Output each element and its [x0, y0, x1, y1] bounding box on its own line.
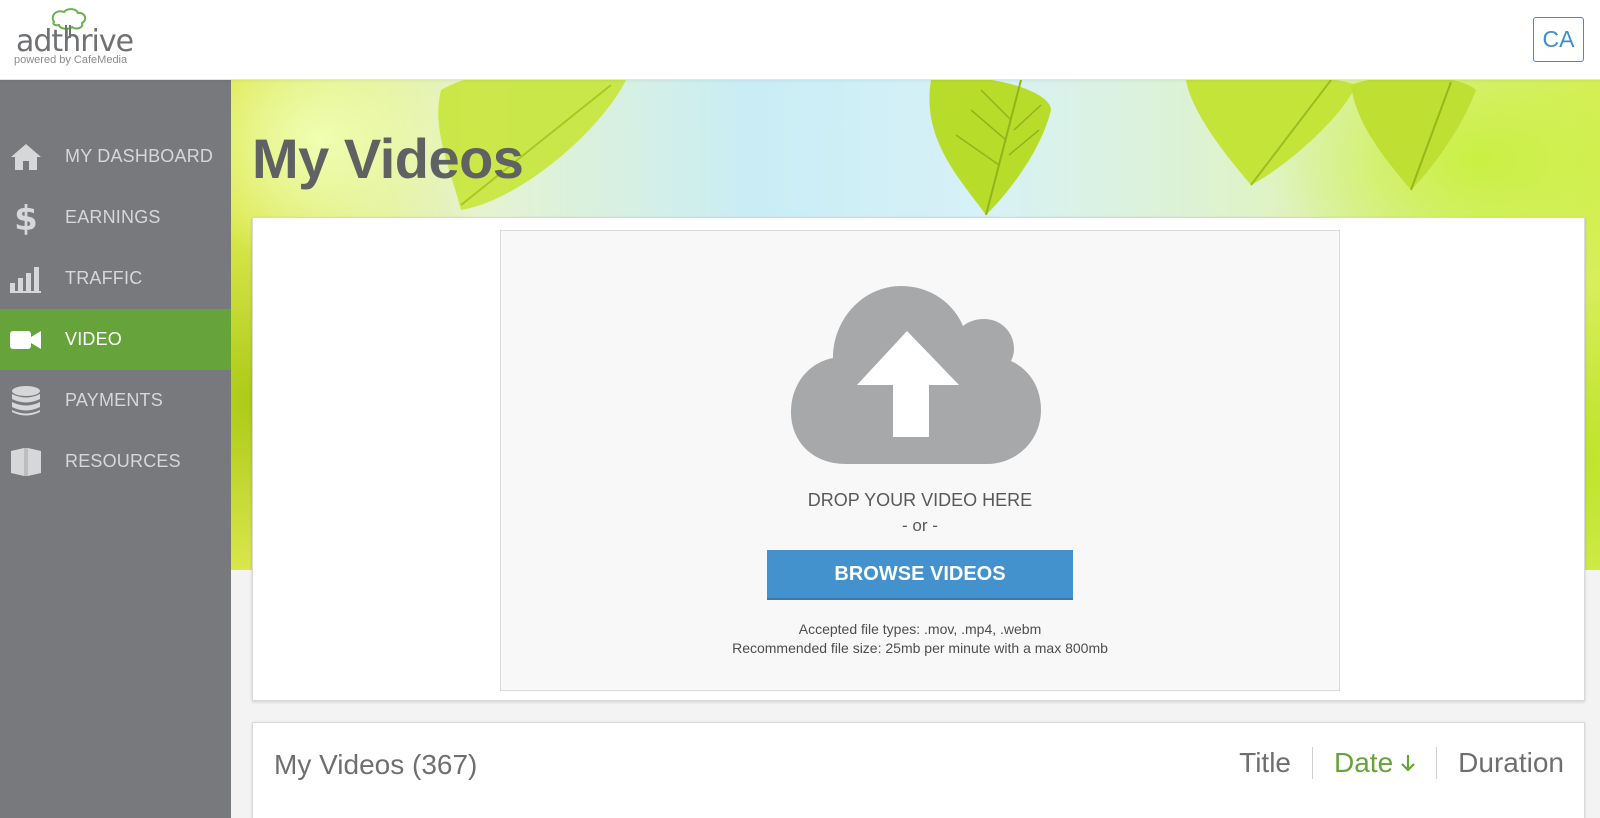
home-icon — [10, 141, 42, 173]
user-avatar-button[interactable]: CA — [1533, 17, 1584, 62]
sidebar-item-label: PAYMENTS — [65, 390, 163, 410]
sort-by-date[interactable]: Date — [1313, 747, 1436, 779]
sidebar-item-dashboard[interactable]: MY DASHBOARD — [0, 126, 231, 187]
sort-label: Duration — [1458, 747, 1564, 778]
video-camera-icon — [10, 324, 42, 356]
bar-chart-icon — [10, 263, 42, 295]
top-bar: adthrive powered by CafeMedia CA — [0, 0, 1600, 80]
logo-subtitle: powered by CafeMedia — [14, 54, 128, 66]
or-separator: - or - — [902, 516, 938, 535]
drop-instruction: DROP YOUR VIDEO HERE — [807, 490, 1033, 510]
video-list-title: My Videos (367) — [274, 749, 478, 780]
recommended-file-size: Recommended file size: 25mb per minute w… — [732, 640, 1108, 656]
sort-label: Title — [1239, 747, 1291, 778]
sort-by-duration[interactable]: Duration — [1437, 747, 1564, 779]
sidebar-item-label: MY DASHBOARD — [65, 146, 214, 166]
upload-card: DROP YOUR VIDEO HERE - or - BROWSE VIDEO… — [252, 217, 1585, 701]
adthrive-logo[interactable]: adthrive powered by CafeMedia — [14, 8, 144, 72]
leaf-decoration-icon — [929, 80, 1051, 216]
sidebar-item-video[interactable]: VIDEO — [0, 309, 231, 370]
svg-text:$: $ — [14, 201, 38, 235]
leaf-decoration-icon — [1186, 80, 1356, 186]
video-dropzone[interactable]: DROP YOUR VIDEO HERE - or - BROWSE VIDEO… — [500, 230, 1340, 691]
accepted-file-types: Accepted file types: .mov, .mp4, .webm — [798, 621, 1042, 637]
dollar-icon: $ — [10, 201, 42, 235]
coin-stack-icon — [10, 385, 42, 417]
page-title: My Videos — [252, 127, 524, 190]
video-list-card: My Videos (367) Title Date Duration — [252, 722, 1585, 818]
sidebar-item-label: EARNINGS — [65, 207, 161, 227]
sidebar-item-label: RESOURCES — [65, 451, 181, 471]
sort-bar: Title Date Duration — [1218, 747, 1564, 779]
sidebar-item-earnings[interactable]: $ EARNINGS — [0, 187, 231, 248]
browse-videos-button[interactable]: BROWSE VIDEOS — [767, 550, 1073, 600]
sidebar-item-traffic[interactable]: TRAFFIC — [0, 248, 231, 309]
book-icon — [10, 446, 42, 478]
sidebar-nav: MY DASHBOARD $ EARNINGS TRAFFIC VIDEO PA… — [0, 80, 231, 492]
cloud-upload-icon — [791, 286, 1041, 464]
sidebar: MY DASHBOARD $ EARNINGS TRAFFIC VIDEO PA… — [0, 80, 231, 818]
sort-label: Date — [1334, 747, 1394, 778]
sidebar-item-label: VIDEO — [65, 329, 123, 349]
sidebar-item-label: TRAFFIC — [65, 268, 143, 288]
sidebar-item-resources[interactable]: RESOURCES — [0, 431, 231, 492]
sort-by-title[interactable]: Title — [1218, 747, 1312, 779]
arrow-down-icon — [1401, 755, 1415, 772]
leaf-decoration-icon — [1351, 80, 1476, 191]
sidebar-item-payments[interactable]: PAYMENTS — [0, 370, 231, 431]
